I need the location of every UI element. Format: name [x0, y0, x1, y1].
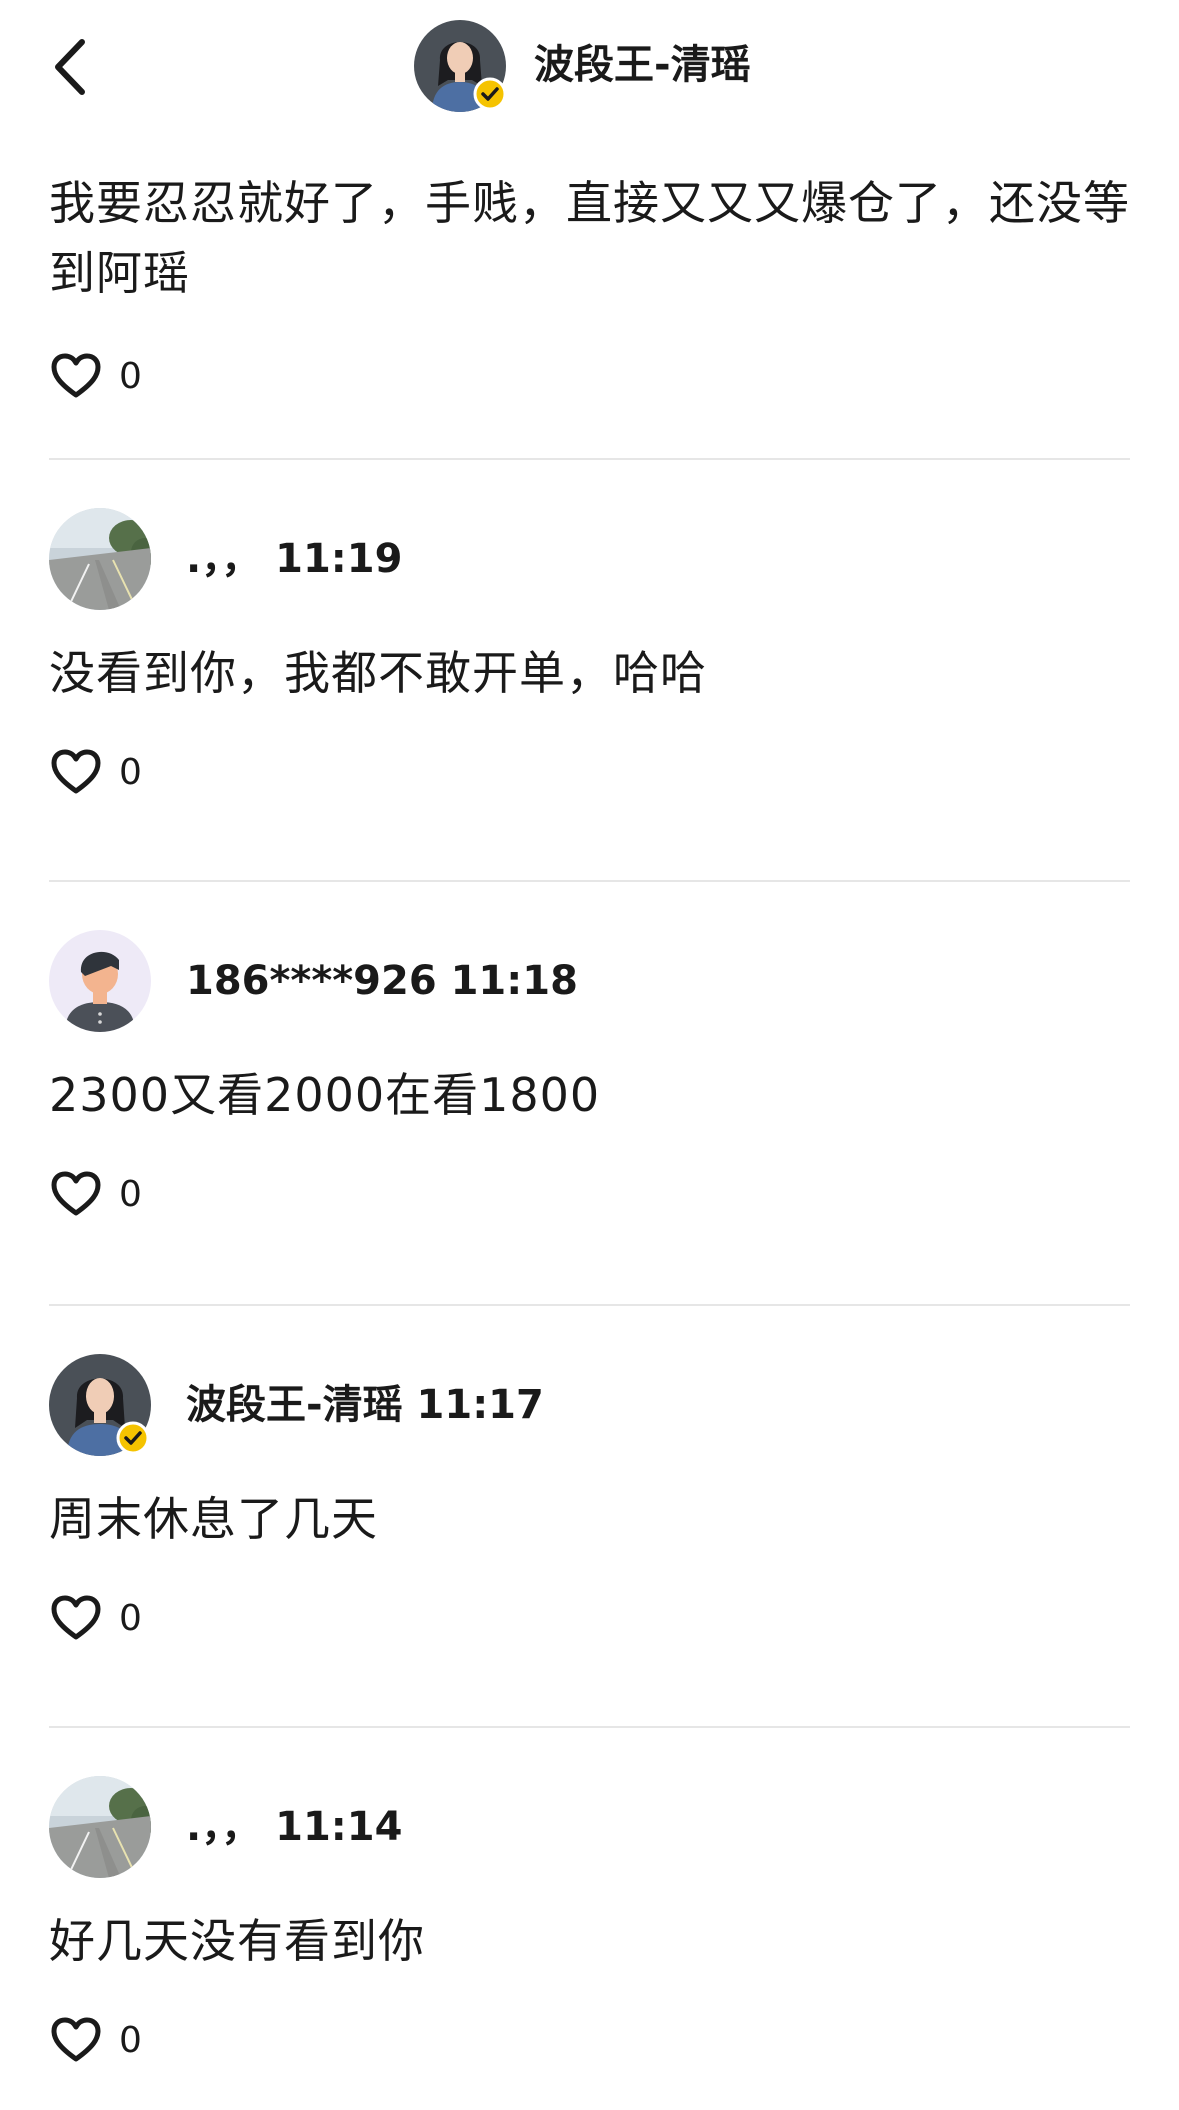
comment-item: 波段王-清瑶 11:17 周末休息了几天 0 [49, 1354, 1130, 1648]
divider [49, 1726, 1130, 1728]
heart-icon[interactable] [51, 1171, 101, 1217]
back-button[interactable] [40, 22, 100, 112]
divider [49, 880, 1130, 882]
comment-text: 没看到你，我都不敢开单，哈哈 [49, 646, 707, 700]
like-row: 0 [49, 1164, 1130, 1224]
avatar[interactable] [49, 930, 151, 1032]
like-row: 0 [49, 1588, 1130, 1648]
comment-item: 186****926 11:18 2300又看2000在看1800 0 [49, 930, 1130, 1224]
comment-text: 2300又看2000在看1800 [49, 1068, 601, 1122]
heart-icon[interactable] [51, 1595, 101, 1641]
avatar[interactable] [49, 508, 151, 610]
comment-text: 我要忍忍就好了，手贱，直接又又又爆仓了，还没等到阿瑶 [49, 176, 1130, 300]
comment-header: 186****926 11:18 [49, 930, 1130, 1034]
chevron-left-icon [55, 39, 85, 95]
top-bar: 波段王-清瑶 [0, 0, 1179, 130]
avatar[interactable] [414, 20, 506, 112]
like-count: 0 [119, 1173, 142, 1215]
comment-header: .，， 11:14 [49, 1776, 1130, 1880]
comment-text: 周末休息了几天 [49, 1492, 378, 1546]
page-title: 波段王-清瑶 [534, 42, 751, 88]
comment-text: 好几天没有看到你 [49, 1914, 425, 1968]
username-time: .，， 11:14 [186, 1804, 403, 1850]
like-row: 0 [49, 742, 1130, 802]
username-time: 186****926 11:18 [186, 958, 578, 1004]
like-count: 0 [119, 1597, 142, 1639]
comment-item: 我要忍忍就好了，手贱，直接又又又爆仓了，还没等到阿瑶 0 [49, 168, 1139, 406]
like-count: 0 [119, 355, 142, 397]
heart-icon[interactable] [51, 353, 101, 399]
like-count: 0 [119, 2019, 142, 2061]
divider [49, 458, 1130, 460]
verified-badge-icon [473, 77, 506, 111]
verified-badge-icon [116, 1421, 150, 1455]
like-row: 0 [49, 346, 1139, 406]
heart-icon[interactable] [51, 749, 101, 795]
divider [49, 1304, 1130, 1306]
username-time: .，， 11:19 [186, 536, 403, 582]
avatar[interactable] [49, 1354, 151, 1456]
like-count: 0 [119, 751, 142, 793]
comment-item: .，， 11:19 没看到你，我都不敢开单，哈哈 0 [49, 508, 1130, 802]
comment-header: 波段王-清瑶 11:17 [49, 1354, 1130, 1458]
comment-header: .，， 11:19 [49, 508, 1130, 612]
comment-item: .，， 11:14 好几天没有看到你 0 [49, 1776, 1130, 2070]
username-time: 波段王-清瑶 11:17 [186, 1382, 544, 1428]
like-row: 0 [49, 2010, 1130, 2070]
heart-icon[interactable] [51, 2017, 101, 2063]
avatar[interactable] [49, 1776, 151, 1878]
